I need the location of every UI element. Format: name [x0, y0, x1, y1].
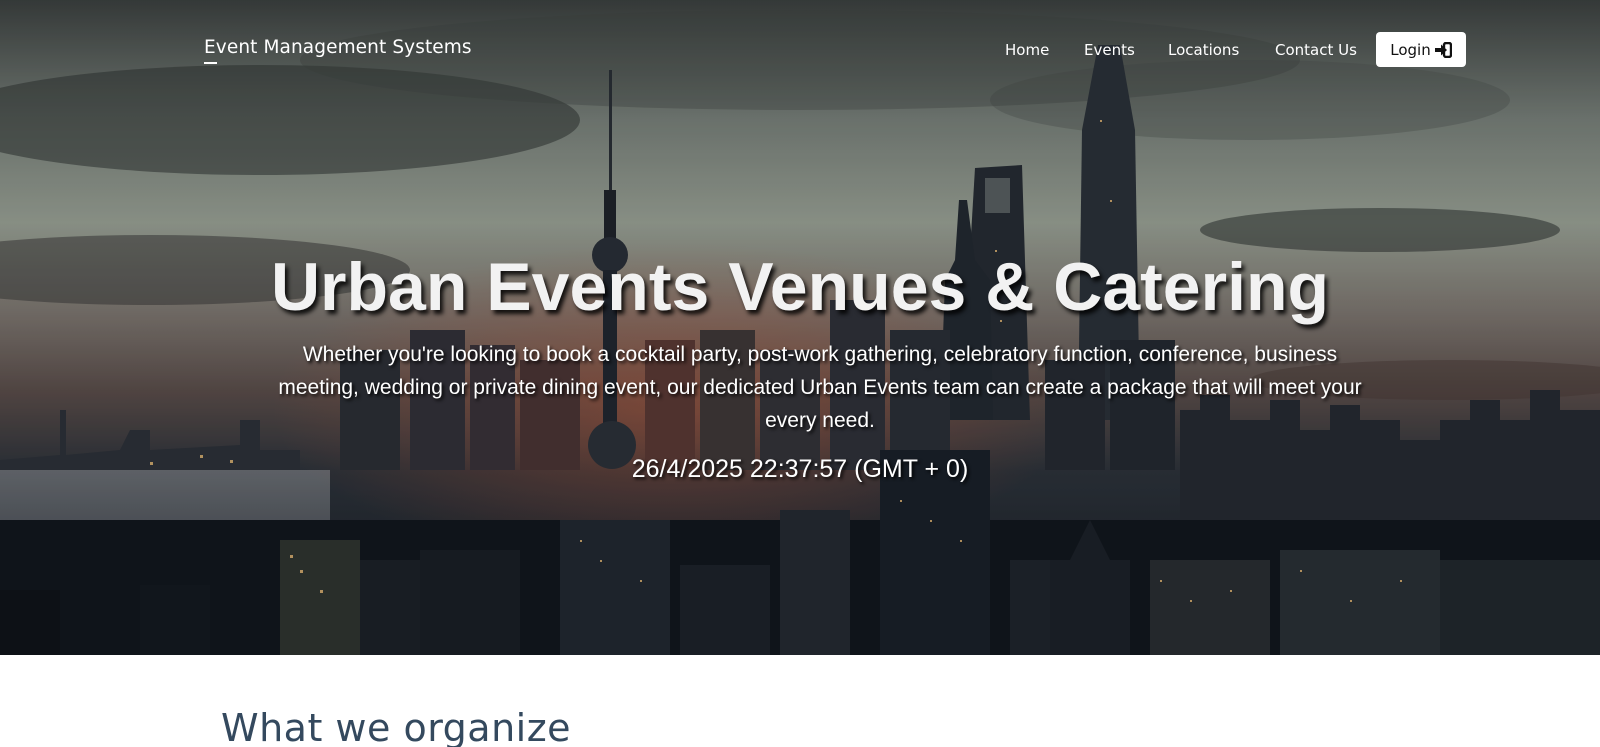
login-button-label: Login: [1390, 40, 1431, 59]
nav-link-contact-us[interactable]: Contact Us: [1275, 41, 1357, 59]
hero-title: Urban Events Venues & Catering: [270, 249, 1330, 325]
section-title: What we organize: [221, 706, 572, 747]
brand-logo-text[interactable]: Event Management Systems: [204, 37, 472, 58]
hero-background-image: [0, 0, 1600, 655]
brand-underline: [204, 62, 217, 64]
login-button[interactable]: Login: [1376, 32, 1466, 67]
hero-section: Event Management Systems Home Events Loc…: [0, 0, 1600, 655]
sign-in-icon: [1434, 41, 1452, 58]
nav-link-locations[interactable]: Locations: [1168, 41, 1239, 59]
nav-link-events[interactable]: Events: [1084, 41, 1135, 59]
hero-clock: 26/4/2025 22:37:57 (GMT + 0): [631, 455, 969, 483]
hero-description: Whether you're looking to book a cocktai…: [278, 343, 1362, 432]
nav-link-home[interactable]: Home: [1005, 41, 1049, 59]
